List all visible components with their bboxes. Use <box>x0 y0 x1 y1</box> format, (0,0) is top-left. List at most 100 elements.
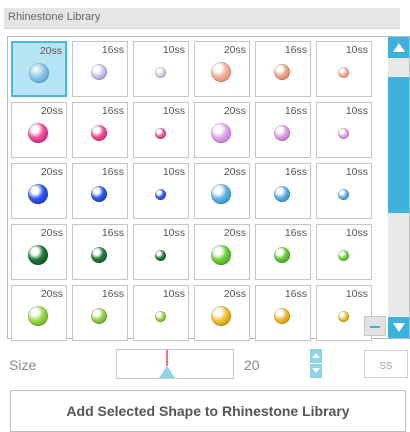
rhinestone-tile[interactable]: 16ss <box>255 102 311 158</box>
rhinestone-tile[interactable]: 20ss <box>194 224 250 280</box>
rhinestone-tile[interactable]: 20ss <box>11 163 67 219</box>
rhinestone-icon <box>337 249 349 261</box>
rhinestone-tile[interactable]: 10ss <box>316 41 372 97</box>
rhinestone-tile[interactable]: 16ss <box>72 163 128 219</box>
rhinestone-tile[interactable]: 20ss <box>194 102 250 158</box>
rhinestone-icon <box>337 188 349 200</box>
rhinestone-tile[interactable]: 10ss <box>133 163 189 219</box>
panel-header: Rhinestone Library <box>4 8 400 29</box>
rhinestone-icon <box>91 64 107 80</box>
size-unit: ss <box>364 350 408 378</box>
tile-size-label: 16ss <box>101 166 124 178</box>
remove-shape-button[interactable] <box>364 316 386 336</box>
rhinestone-icon <box>211 123 231 143</box>
rhinestone-icon <box>274 125 290 141</box>
rhinestone-icon <box>91 186 107 202</box>
rhinestone-icon <box>154 188 166 200</box>
rhinestone-icon <box>337 310 349 322</box>
tile-size-label: 20ss <box>223 105 246 117</box>
rhinestone-library-panel: 20ss 16ss 10ss 20ss 16ss 10ss 20ss 16ss 10ss 20ss… <box>7 36 410 341</box>
rhinestone-icon <box>154 310 166 322</box>
rhinestone-tile[interactable]: 20ss <box>11 102 67 158</box>
scroll-thumb[interactable] <box>388 77 409 213</box>
rhinestone-tile[interactable]: 20ss <box>194 163 250 219</box>
rhinestone-icon <box>91 125 107 141</box>
rhinestone-icon <box>337 127 349 139</box>
rhinestone-icon <box>337 66 349 78</box>
scroll-down-button[interactable] <box>388 317 409 338</box>
rhinestone-icon <box>29 63 49 83</box>
tile-size-label: 16ss <box>284 166 307 178</box>
rhinestone-tile[interactable]: 16ss <box>255 285 311 341</box>
rhinestone-tile[interactable]: 16ss <box>255 41 311 97</box>
tile-size-label: 20ss <box>39 45 62 57</box>
tile-size-label: 10ss <box>162 227 185 239</box>
tile-size-label: 10ss <box>162 105 185 117</box>
rhinestone-icon <box>154 66 166 78</box>
rhinestone-icon <box>211 306 231 326</box>
vertical-scrollbar[interactable] <box>388 37 409 338</box>
rhinestone-tile[interactable]: 16ss <box>72 224 128 280</box>
rhinestone-tile[interactable]: 16ss <box>72 102 128 158</box>
rhinestone-icon <box>274 308 290 324</box>
rhinestone-icon <box>28 123 48 143</box>
tile-size-label: 16ss <box>101 44 124 56</box>
slider-thumb[interactable] <box>159 366 175 378</box>
rhinestone-icon <box>211 62 231 82</box>
panel-title: Rhinestone Library <box>8 11 101 23</box>
add-to-library-button[interactable]: Add Selected Shape to Rhinestone Library <box>10 390 406 432</box>
tile-size-label: 16ss <box>284 105 307 117</box>
rhinestone-icon <box>28 306 48 326</box>
tile-size-label: 10ss <box>345 288 368 300</box>
size-value[interactable]: 20 <box>244 357 260 373</box>
rhinestone-icon <box>211 184 231 204</box>
tile-size-label: 16ss <box>101 227 124 239</box>
tile-size-label: 20ss <box>223 288 246 300</box>
tile-size-label: 16ss <box>284 288 307 300</box>
increment-button[interactable] <box>310 349 322 363</box>
rhinestone-tile[interactable]: 10ss <box>133 41 189 97</box>
decrement-button[interactable] <box>310 364 322 378</box>
tile-size-label: 20ss <box>223 227 246 239</box>
rhinestone-grid: 20ss 16ss 10ss 20ss 16ss 10ss 20ss 16ss 10ss 20ss… <box>11 41 372 341</box>
rhinestone-icon <box>211 245 231 265</box>
rhinestone-icon <box>274 186 290 202</box>
scroll-up-button[interactable] <box>388 37 409 58</box>
size-slider[interactable] <box>116 349 234 379</box>
size-stepper[interactable] <box>310 349 322 378</box>
rhinestone-tile[interactable]: 20ss <box>194 285 250 341</box>
rhinestone-icon <box>154 127 166 139</box>
tile-size-label: 20ss <box>40 288 63 300</box>
slider-marker <box>166 350 168 366</box>
rhinestone-tile[interactable]: 10ss <box>316 163 372 219</box>
rhinestone-tile[interactable]: 16ss <box>255 224 311 280</box>
rhinestone-icon <box>274 64 290 80</box>
size-label: Size <box>9 357 37 373</box>
rhinestone-icon <box>274 247 290 263</box>
tile-size-label: 10ss <box>345 44 368 56</box>
tile-size-label: 10ss <box>345 166 368 178</box>
rhinestone-tile[interactable]: 20ss <box>11 285 67 341</box>
tile-size-label: 10ss <box>162 166 185 178</box>
rhinestone-tile[interactable]: 20ss <box>11 224 67 280</box>
rhinestone-tile[interactable]: 16ss <box>72 41 128 97</box>
rhinestone-tile[interactable]: 20ss <box>11 41 67 97</box>
tile-size-label: 20ss <box>223 166 246 178</box>
rhinestone-tile[interactable]: 10ss <box>316 224 372 280</box>
rhinestone-icon <box>28 245 48 265</box>
tile-size-label: 10ss <box>162 44 185 56</box>
rhinestone-tile[interactable]: 10ss <box>133 224 189 280</box>
rhinestone-tile[interactable]: 16ss <box>72 285 128 341</box>
tile-size-label: 10ss <box>345 227 368 239</box>
rhinestone-icon <box>28 184 48 204</box>
tile-size-label: 10ss <box>345 105 368 117</box>
rhinestone-tile[interactable]: 10ss <box>316 102 372 158</box>
rhinestone-tile[interactable]: 20ss <box>194 41 250 97</box>
rhinestone-tile[interactable]: 10ss <box>133 285 189 341</box>
rhinestone-icon <box>154 249 166 261</box>
tile-size-label: 16ss <box>284 227 307 239</box>
tile-size-label: 20ss <box>40 227 63 239</box>
rhinestone-tile[interactable]: 16ss <box>255 163 311 219</box>
tile-size-label: 20ss <box>40 166 63 178</box>
rhinestone-tile[interactable]: 10ss <box>133 102 189 158</box>
